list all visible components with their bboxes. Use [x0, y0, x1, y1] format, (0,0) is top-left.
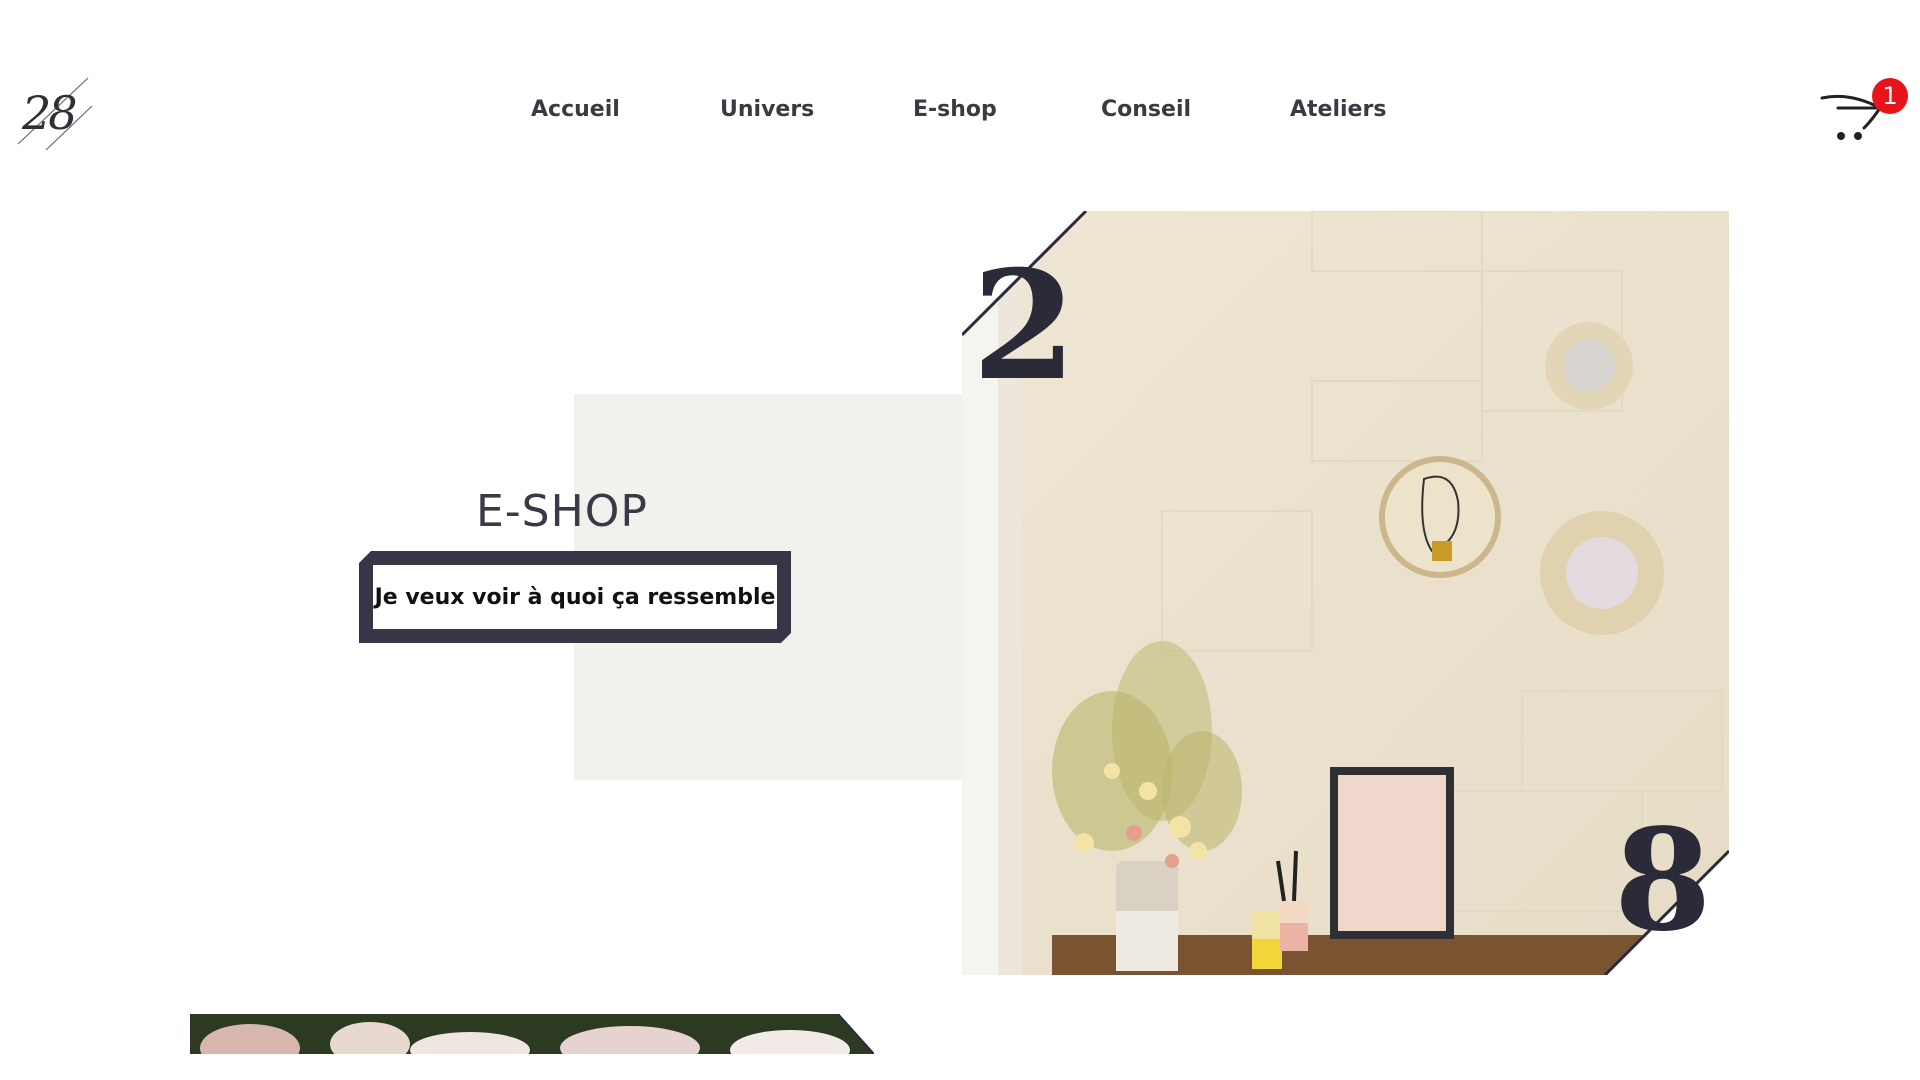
- cart-button[interactable]: 1: [1820, 78, 1908, 148]
- next-section-photo: [190, 1013, 875, 1055]
- photo-digit-top: 2: [972, 238, 1077, 414]
- nav-item-conseil[interactable]: Conseil: [1101, 97, 1191, 122]
- cart-count-badge: 1: [1872, 78, 1908, 114]
- next-section-image: [190, 1013, 875, 1055]
- nav-item-accueil[interactable]: Accueil: [531, 97, 620, 122]
- nav-item-univers[interactable]: Univers: [720, 97, 814, 122]
- nav-item-ateliers[interactable]: Ateliers: [1290, 97, 1386, 122]
- discover-shop-button[interactable]: Je veux voir à quoi ça ressemble: [359, 551, 791, 643]
- hero-photo: 2 8: [962, 211, 1729, 975]
- main-nav: Accueil Univers E-shop Conseil Ateliers: [0, 97, 1920, 137]
- nav-item-eshop[interactable]: E-shop: [913, 97, 997, 122]
- page: 2 8 Accueil Univers E-shop Conseil Atelie…: [0, 0, 1920, 1080]
- discover-shop-label: Je veux voir à quoi ça ressemble: [374, 584, 776, 610]
- photo-digit-bottom: 8: [1614, 799, 1712, 963]
- page-title: E-SHOP: [476, 486, 648, 537]
